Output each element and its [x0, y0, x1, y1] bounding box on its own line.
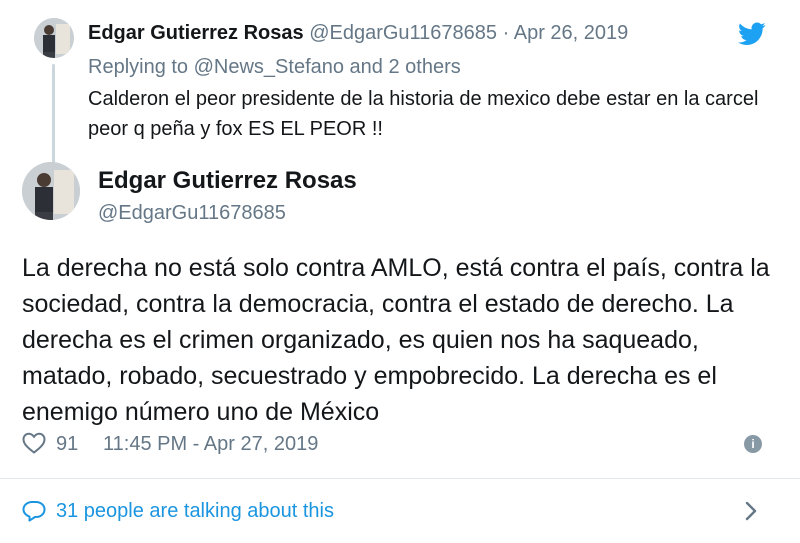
author-name[interactable]: Edgar Gutierrez Rosas [98, 166, 357, 196]
thread-connector-line [52, 64, 55, 166]
like-count[interactable]: 91 [56, 430, 78, 458]
tweet-timestamp[interactable]: 11:45 PM - Apr 27, 2019 [103, 430, 318, 458]
avatar[interactable] [22, 162, 80, 220]
replying-to-line[interactable]: Replying to @News_Stefano and 2 others [88, 54, 461, 80]
speech-bubble-icon [22, 501, 46, 522]
meta-separator: · [502, 22, 510, 44]
tweet-date[interactable]: Apr 26, 2019 [514, 22, 629, 44]
author-handle[interactable]: @EdgarGu11678685 [98, 200, 286, 226]
main-tweet-text: La derecha no está solo contra AMLO, est… [22, 254, 770, 426]
parent-tweet[interactable]: Edgar Gutierrez Rosas @EdgarGu11678685 ·… [20, 14, 780, 166]
twitter-bird-icon[interactable] [738, 22, 766, 46]
main-tweet-header: Edgar Gutierrez Rosas @EdgarGu11678685 [22, 162, 722, 232]
embedded-tweet-card: Edgar Gutierrez Rosas @EdgarGu11678685 ·… [0, 0, 800, 543]
parent-tweet-text: Calderon el peor presidente de la histor… [88, 88, 759, 140]
author-handle[interactable]: @EdgarGu11678685 [309, 22, 497, 44]
conversation-label[interactable]: 31 people are talking about this [56, 498, 334, 524]
heart-icon[interactable] [22, 432, 46, 454]
author-name[interactable]: Edgar Gutierrez Rosas [88, 22, 304, 44]
divider [0, 478, 800, 479]
info-icon[interactable]: i [744, 435, 762, 453]
tweet-stats-row: 91 11:45 PM - Apr 27, 2019 i [22, 430, 772, 460]
avatar[interactable] [34, 18, 74, 58]
parent-tweet-header: Edgar Gutierrez Rosas @EdgarGu11678685 ·… [88, 20, 628, 46]
chevron-right-icon[interactable] [744, 500, 758, 522]
conversation-link[interactable]: 31 people are talking about this [22, 496, 772, 528]
